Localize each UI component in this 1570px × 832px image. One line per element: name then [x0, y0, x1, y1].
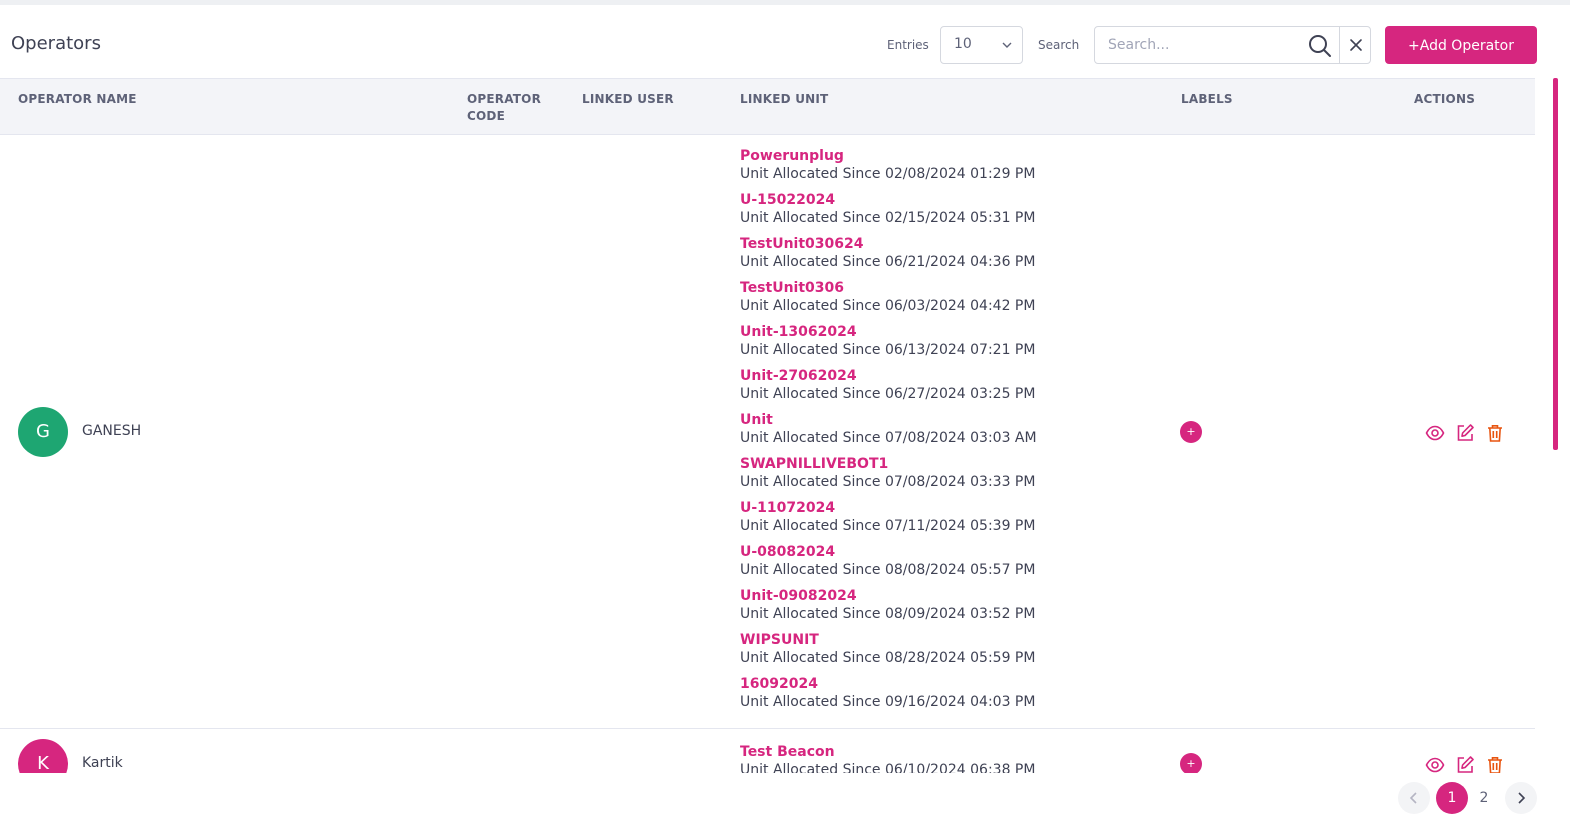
col-operator-name: OPERATOR NAME: [18, 92, 137, 106]
unit-link[interactable]: TestUnit030624: [740, 235, 1037, 253]
operator-name: GANESH: [82, 423, 142, 439]
unit-link[interactable]: Unit-27062024: [740, 367, 1037, 385]
unit-since: Unit Allocated Since 02/15/2024 05:31 PM: [740, 210, 1036, 226]
unit-since: Unit Allocated Since 07/08/2024 03:33 PM: [740, 474, 1036, 490]
pagination-page-2[interactable]: 2: [1468, 782, 1500, 814]
unit-link[interactable]: Unit: [740, 411, 1037, 429]
col-labels: LABELS: [1181, 92, 1233, 106]
unit-since: Unit Allocated Since 08/09/2024 03:52 PM: [740, 606, 1036, 622]
search-input[interactable]: [1095, 27, 1339, 63]
col-linked-user: LINKED USER: [582, 92, 674, 106]
unit-since: Unit Allocated Since 07/08/2024 03:03 AM: [740, 430, 1037, 446]
avatar: G: [18, 407, 68, 457]
unit-since: Unit Allocated Since 02/08/2024 01:29 PM: [740, 166, 1036, 182]
unit-item: 16092024 Unit Allocated Since 09/16/2024 …: [740, 675, 1037, 719]
pagination-page-1[interactable]: 1: [1436, 782, 1468, 814]
unit-link[interactable]: WIPSUNIT: [740, 631, 1037, 649]
add-label-button[interactable]: +: [1180, 753, 1202, 773]
search-box: [1094, 26, 1371, 64]
col-operator-code-line2: CODE: [467, 109, 505, 123]
add-label-button[interactable]: +: [1180, 421, 1202, 443]
delete-icon[interactable]: [1485, 755, 1505, 773]
edit-icon[interactable]: [1455, 423, 1475, 443]
unit-item: U-15022024 Unit Allocated Since 02/15/202…: [740, 191, 1037, 235]
unit-link[interactable]: U-11072024: [740, 499, 1037, 517]
unit-since: Unit Allocated Since 06/13/2024 07:21 PM: [740, 342, 1036, 358]
unit-link[interactable]: Unit-13062024: [740, 323, 1037, 341]
edit-icon[interactable]: [1455, 755, 1475, 773]
unit-item: TestUnit0306 Unit Allocated Since 06/03/2…: [740, 279, 1037, 323]
table-row: K Kartik Test Beacon Unit Allocated Since…: [0, 729, 1535, 773]
unit-item: WIPSUNIT Unit Allocated Since 08/28/2024 …: [740, 631, 1037, 675]
chevron-right-icon: [1518, 792, 1526, 804]
col-operator-code: OPERATOR CODE: [467, 91, 541, 125]
page-title: Operators: [11, 33, 101, 54]
pagination-next[interactable]: [1505, 782, 1537, 814]
unit-link[interactable]: TestUnit0306: [740, 279, 1037, 297]
view-icon[interactable]: [1425, 423, 1445, 443]
linked-units-list: Test Beacon Unit Allocated Since 06/10/20…: [740, 743, 1035, 773]
table-header: OPERATOR NAME OPERATOR CODE LINKED USER …: [0, 78, 1535, 135]
linked-units-list: Powerunplug Unit Allocated Since 02/08/20…: [740, 147, 1037, 719]
view-icon[interactable]: [1425, 755, 1445, 773]
col-actions: ACTIONS: [1414, 92, 1476, 106]
unit-since: Unit Allocated Since 06/27/2024 03:25 PM: [740, 386, 1036, 402]
operator-name: Kartik: [82, 755, 123, 771]
avatar: K: [18, 739, 68, 773]
close-icon: [1350, 39, 1362, 51]
unit-link[interactable]: U-08082024: [740, 543, 1037, 561]
unit-item: Powerunplug Unit Allocated Since 02/08/20…: [740, 147, 1037, 191]
unit-link[interactable]: Test Beacon: [740, 743, 1035, 761]
unit-item: Unit-27062024 Unit Allocated Since 06/27/…: [740, 367, 1037, 411]
unit-item: Unit-13062024 Unit Allocated Since 06/13/…: [740, 323, 1037, 367]
col-linked-unit: LINKED UNIT: [740, 92, 829, 106]
chevron-down-icon: [1002, 42, 1012, 48]
unit-since: Unit Allocated Since 07/11/2024 05:39 PM: [740, 518, 1036, 534]
unit-link[interactable]: Powerunplug: [740, 147, 1037, 165]
unit-since: Unit Allocated Since 06/21/2024 04:36 PM: [740, 254, 1036, 270]
unit-item: U-11072024 Unit Allocated Since 07/11/202…: [740, 499, 1037, 543]
clear-search-button[interactable]: [1339, 27, 1371, 63]
table-row: G GANESH Powerunplug Unit Allocated Since…: [0, 135, 1535, 729]
entries-label: Entries: [887, 38, 929, 52]
search-icon[interactable]: [1308, 34, 1332, 58]
entries-value: 10: [954, 36, 972, 52]
unit-since: Unit Allocated Since 08/28/2024 05:59 PM: [740, 650, 1036, 666]
unit-item: Unit-09082024 Unit Allocated Since 08/09/…: [740, 587, 1037, 631]
unit-link[interactable]: 16092024: [740, 675, 1037, 693]
unit-item: U-08082024 Unit Allocated Since 08/08/202…: [740, 543, 1037, 587]
unit-link[interactable]: Unit-09082024: [740, 587, 1037, 605]
unit-since: Unit Allocated Since 09/16/2024 04:03 PM: [740, 694, 1036, 710]
unit-since: Unit Allocated Since 06/10/2024 06:38 PM: [740, 762, 1036, 773]
operators-card: Operators Entries 10 Search +Add Operato…: [0, 5, 1553, 832]
pagination-prev[interactable]: [1398, 782, 1430, 814]
delete-icon[interactable]: [1485, 423, 1505, 443]
scrollbar-thumb[interactable]: [1553, 78, 1558, 450]
unit-item: Unit Unit Allocated Since 07/08/2024 03:0…: [740, 411, 1037, 455]
table-body: G GANESH Powerunplug Unit Allocated Since…: [0, 135, 1535, 773]
entries-select[interactable]: 10: [940, 26, 1023, 64]
chevron-left-icon: [1409, 792, 1417, 804]
col-operator-code-line1: OPERATOR: [467, 92, 542, 106]
search-label: Search: [1038, 38, 1080, 52]
card-header: Operators Entries 10 Search +Add Operato…: [0, 5, 1553, 78]
unit-link[interactable]: SWAPNILLIVEBOT1: [740, 455, 1037, 473]
unit-item: Test Beacon Unit Allocated Since 06/10/20…: [740, 743, 1035, 773]
unit-since: Unit Allocated Since 06/03/2024 04:42 PM: [740, 298, 1036, 314]
unit-since: Unit Allocated Since 08/08/2024 05:57 PM: [740, 562, 1036, 578]
unit-item: TestUnit030624 Unit Allocated Since 06/21…: [740, 235, 1037, 279]
unit-item: SWAPNILLIVEBOT1 Unit Allocated Since 07/0…: [740, 455, 1037, 499]
unit-link[interactable]: U-15022024: [740, 191, 1037, 209]
add-operator-button[interactable]: +Add Operator: [1385, 26, 1537, 64]
